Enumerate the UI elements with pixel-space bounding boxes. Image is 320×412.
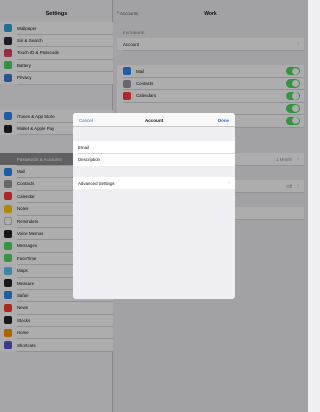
modal-title: Account bbox=[144, 117, 164, 123]
description-field[interactable] bbox=[78, 157, 218, 163]
advanced-group: Advanced Settings › bbox=[73, 177, 235, 190]
chevron-right-icon: › bbox=[228, 180, 230, 187]
email-row bbox=[73, 141, 235, 154]
description-row bbox=[73, 153, 235, 165]
modal-navbar: Cancel Account Done bbox=[73, 113, 235, 127]
account-modal: Cancel Account Done Advanced Settings › bbox=[73, 113, 235, 299]
email-field[interactable] bbox=[78, 144, 218, 150]
done-button[interactable]: Done bbox=[218, 118, 229, 123]
advanced-settings-label: Advanced Settings bbox=[78, 180, 115, 186]
account-fields-group bbox=[73, 141, 235, 166]
advanced-settings-row[interactable]: Advanced Settings › bbox=[73, 177, 235, 189]
